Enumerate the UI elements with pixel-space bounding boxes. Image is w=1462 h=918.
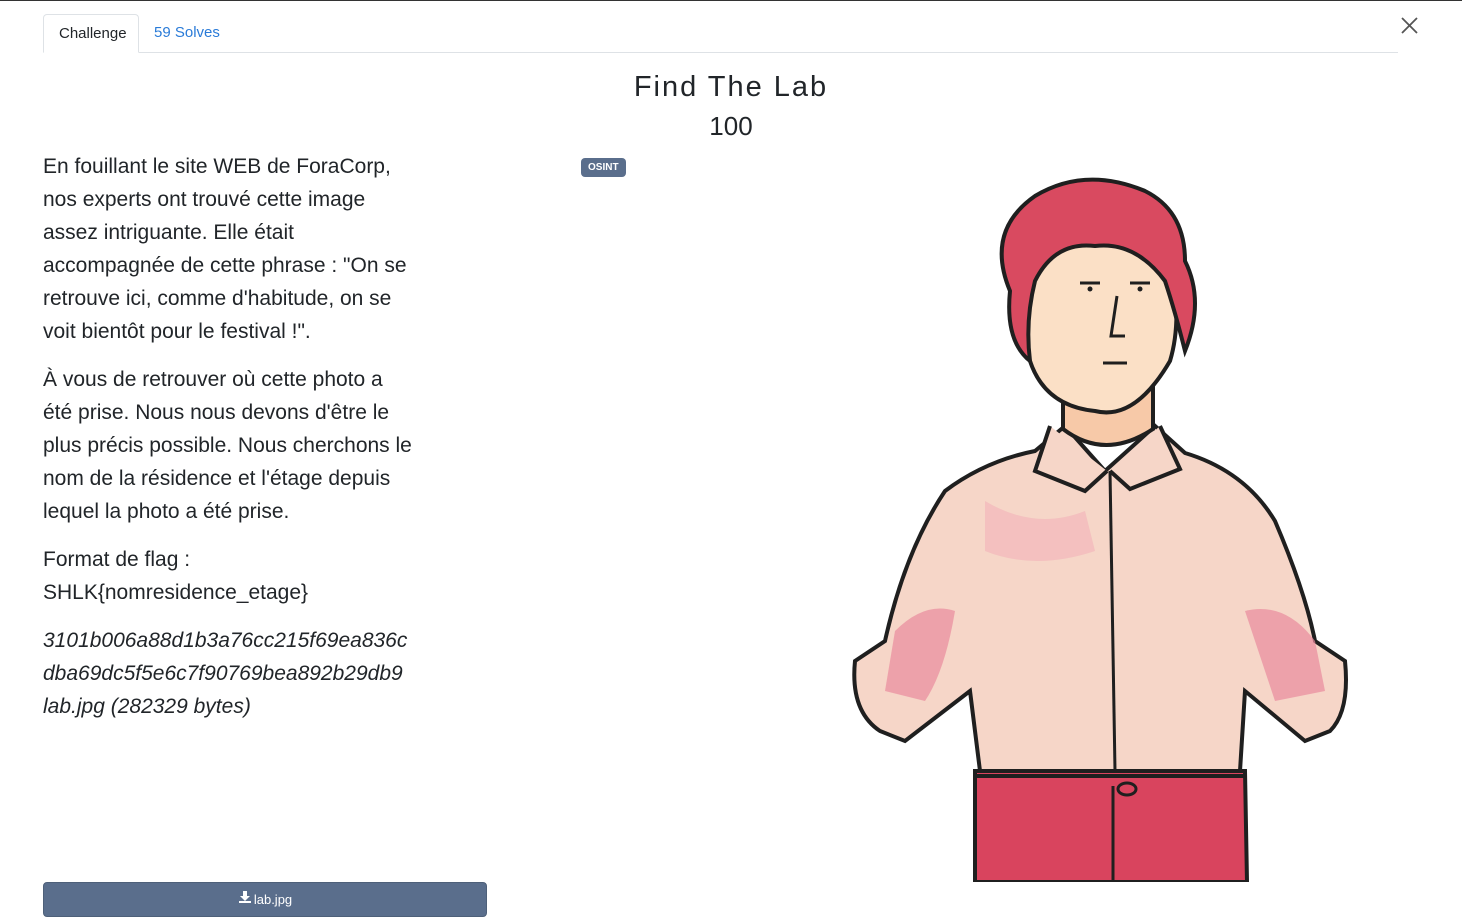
description-paragraph: En fouillant le site WEB de ForaCorp, no… bbox=[43, 155, 407, 343]
challenge-description: En fouillant le site WEB de ForaCorp, no… bbox=[43, 150, 413, 738]
close-icon[interactable] bbox=[1398, 14, 1422, 38]
challenge-points: 100 bbox=[709, 111, 753, 141]
challenge-modal: Challenge 59 Solves Find The Lab 100 En … bbox=[0, 0, 1462, 918]
tab-bar: Challenge 59 Solves bbox=[43, 14, 1398, 53]
download-label: lab.jpg bbox=[253, 892, 293, 907]
file-hash: 3101b006a88d1b3a76cc215f69ea836cdba69dc5… bbox=[43, 629, 408, 718]
tab-solves[interactable]: 59 Solves bbox=[139, 14, 235, 52]
download-icon bbox=[238, 883, 252, 916]
challenge-title: Find The Lab bbox=[633, 71, 829, 103]
description-paragraph: Format de flag : SHLK{nomresidence_etage… bbox=[43, 548, 309, 604]
download-button[interactable]: lab.jpg bbox=[43, 882, 487, 917]
description-paragraph: À vous de retrouver où cette photo a été… bbox=[43, 368, 412, 523]
challenge-illustration bbox=[835, 171, 1360, 884]
tab-challenge[interactable]: Challenge bbox=[43, 14, 139, 53]
category-badge: OSINT bbox=[581, 158, 626, 177]
